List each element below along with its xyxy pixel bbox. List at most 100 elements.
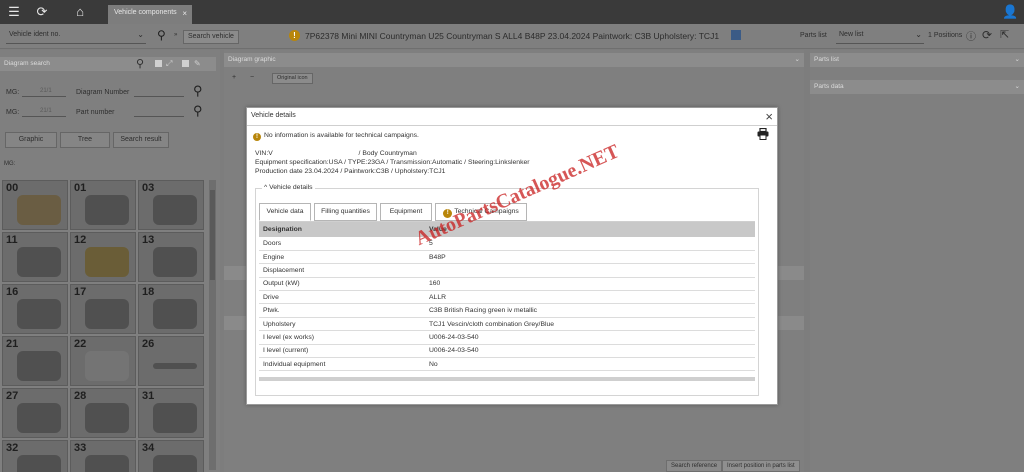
table-row: Drive ALLR <box>259 290 755 305</box>
group-number: 00 <box>6 182 19 194</box>
value-cell: 160 <box>425 277 755 292</box>
close-tab-icon[interactable]: × <box>182 9 187 18</box>
group-tile[interactable]: 32 <box>2 440 68 472</box>
tab-graphic[interactable]: Graphic <box>5 132 57 148</box>
group-number: 01 <box>74 182 87 194</box>
zoom-in-icon[interactable]: + <box>232 74 236 81</box>
group-number: 18 <box>142 286 155 298</box>
parts-list-select[interactable]: New list ⌄ <box>836 29 924 44</box>
search-icon[interactable]: ⚲ <box>136 57 144 70</box>
diagram-number-label: Diagram Number <box>76 89 130 96</box>
grid-scrollbar[interactable] <box>209 180 216 470</box>
value-cell: U006-24-03-540 <box>425 330 755 345</box>
part-image <box>85 351 129 381</box>
parts-data-header: Parts data ⌄ <box>810 80 1024 94</box>
group-number: 28 <box>74 390 87 402</box>
technical-campaign-info: ! No information is available for technic… <box>253 132 419 141</box>
chevron-down-icon[interactable]: ⌄ <box>795 55 800 63</box>
group-tile[interactable]: 26 <box>138 336 204 386</box>
parts-list-label: Parts list <box>800 32 827 39</box>
group-number: 27 <box>6 390 19 402</box>
section-label: Vehicle details <box>269 184 313 191</box>
print-icon[interactable] <box>757 128 769 140</box>
search-icon[interactable]: ⚲ <box>193 83 203 99</box>
chevron-up-icon: ^ <box>264 184 268 191</box>
table-horizontal-scrollbar[interactable] <box>259 377 755 381</box>
warning-icon[interactable]: ! <box>289 30 300 41</box>
value-cell: 5 <box>425 237 755 251</box>
refresh-list-icon[interactable]: ⟳ <box>982 28 992 42</box>
tab-tree[interactable]: Tree <box>60 132 110 148</box>
part-image <box>17 299 61 329</box>
search-reference-button[interactable]: Search reference <box>666 460 723 472</box>
group-tile[interactable]: 12 <box>70 232 136 282</box>
scrollbar-thumb[interactable] <box>210 190 215 280</box>
group-tile[interactable]: 16 <box>2 284 68 334</box>
expand-icon[interactable]: ⤢ <box>166 59 172 69</box>
ms-input-value: 21/1 <box>40 108 52 114</box>
group-tile[interactable]: 31 <box>138 388 204 438</box>
tab-search-result[interactable]: Search result <box>113 132 169 148</box>
print-toggle-icon[interactable] <box>182 60 189 67</box>
mg-input[interactable]: 21/1 <box>22 85 66 97</box>
group-tile[interactable]: 13 <box>138 232 204 282</box>
original-icon-button[interactable]: Original icon <box>272 73 313 84</box>
designation-cell: Ptwk. <box>259 303 425 318</box>
view-toggle-icon[interactable] <box>155 60 162 67</box>
chevron-down-icon[interactable]: ⌄ <box>1015 55 1020 63</box>
vehicle-toolbar: Vehicle ident no. ⌄ ⚲ » Search vehicle !… <box>0 24 1024 49</box>
diagram-number-input[interactable] <box>134 85 184 97</box>
part-image <box>85 403 129 433</box>
tab-vehicle-data[interactable]: Vehicle data <box>259 203 311 221</box>
group-tile[interactable]: 03 <box>138 180 204 230</box>
export-icon[interactable]: ⇱ <box>1000 28 1009 41</box>
insert-position-button[interactable]: Insert position in parts list <box>722 460 800 472</box>
body-type: / Body Countryman <box>358 150 417 157</box>
close-icon[interactable]: × <box>765 109 773 125</box>
dialog-title: Vehicle details <box>251 112 296 119</box>
group-tile[interactable]: 27 <box>2 388 68 438</box>
parts-list-header: Parts list ⌄ <box>810 53 1024 67</box>
group-tile[interactable]: 22 <box>70 336 136 386</box>
designation-cell: Displacement <box>259 263 425 278</box>
search-icon[interactable]: ⚲ <box>193 103 203 119</box>
top-bar: ☰ ⟳ ⌂ Vehicle components × 👤 <box>0 0 1024 24</box>
group-tile[interactable]: 34 <box>138 440 204 472</box>
section-legend[interactable]: ^ Vehicle details <box>262 184 315 191</box>
tab-vehicle-components[interactable]: Vehicle components × <box>108 5 192 24</box>
value-cell: ALLR <box>425 290 755 305</box>
group-tile[interactable]: 28 <box>70 388 136 438</box>
group-tile[interactable]: 33 <box>70 440 136 472</box>
search-vehicle-button[interactable]: Search vehicle <box>183 30 239 44</box>
designation-cell: Output (kW) <box>259 277 425 292</box>
vehicle-ident-select[interactable]: Vehicle ident no. ⌄ <box>6 29 146 44</box>
home-icon[interactable]: ⌂ <box>72 4 88 20</box>
tab-filling-quantities[interactable]: Filling quantities <box>314 203 377 221</box>
chevron-down-icon: ⌄ <box>137 30 144 39</box>
zoom-out-icon[interactable]: − <box>250 74 254 81</box>
refresh-icon[interactable]: ⟳ <box>34 4 50 20</box>
group-tile[interactable]: 01 <box>70 180 136 230</box>
vehicle-info-icon[interactable] <box>731 30 741 40</box>
group-number: 11 <box>6 234 18 246</box>
chevron-down-icon[interactable]: ⌄ <box>1015 82 1020 90</box>
group-tile[interactable]: 00 <box>2 180 68 230</box>
part-number-input[interactable] <box>134 105 184 117</box>
ms-input[interactable]: 21/1 <box>22 105 66 117</box>
group-tile[interactable]: 17 <box>70 284 136 334</box>
info-icon[interactable]: ⓘ <box>966 28 976 43</box>
user-icon[interactable]: 👤 <box>1002 4 1018 20</box>
part-number-label: Part number <box>76 109 115 116</box>
search-icon[interactable]: ⚲ <box>157 28 171 42</box>
group-tile[interactable]: 11 <box>2 232 68 282</box>
part-image <box>153 247 197 277</box>
settings-icon[interactable]: ✎ <box>194 59 201 68</box>
hamburger-menu-icon[interactable]: ☰ <box>6 4 22 20</box>
info-text: No information is available for technica… <box>264 132 419 139</box>
table-row: I level (current) U006-24-03-540 <box>259 344 755 359</box>
group-tile[interactable]: 21 <box>2 336 68 386</box>
group-tile[interactable]: 18 <box>138 284 204 334</box>
tab-equipment[interactable]: Equipment <box>380 203 432 221</box>
parts-list-select-value: New list <box>839 31 864 38</box>
part-image <box>153 363 197 369</box>
